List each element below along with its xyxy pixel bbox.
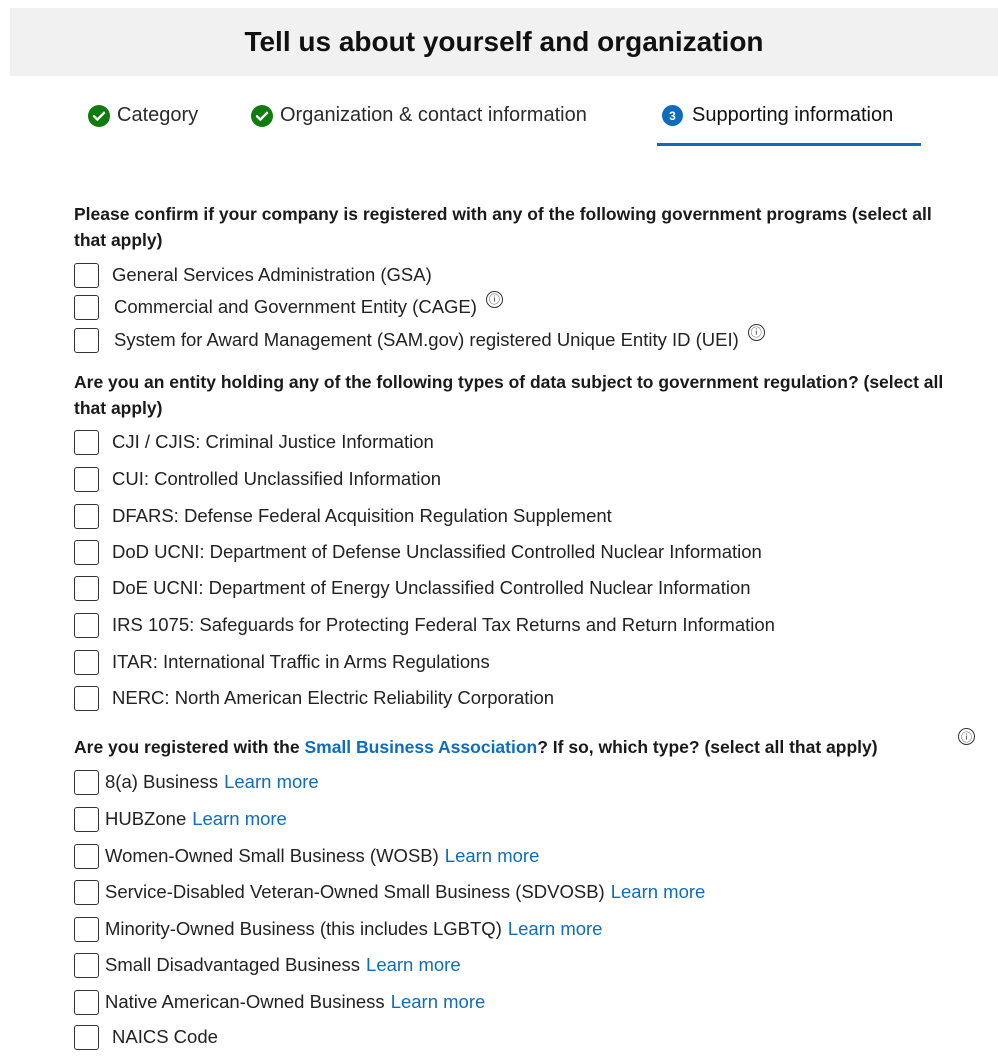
checkbox-row-dfars[interactable]: DFARS: Defense Federal Acquisition Regul… (74, 500, 612, 532)
step-organization-contact[interactable]: Organization & contact information (251, 104, 587, 127)
checkbox-label: ITAR: International Traffic in Arms Regu… (112, 651, 490, 672)
check-circle-icon (88, 104, 110, 127)
sba-question-prefix: Are you registered with the (74, 737, 305, 757)
checkbox-label: DoD UCNI: Department of Defense Unclassi… (112, 541, 762, 562)
checkbox-row-native-american-owned[interactable]: Native American-Owned Business Learn mor… (74, 986, 485, 1018)
learn-more-link[interactable]: Learn more (508, 918, 603, 940)
learn-more-link[interactable]: Learn more (192, 808, 287, 830)
step-number-icon: 3 (662, 105, 683, 126)
checkbox[interactable] (74, 685, 99, 711)
data-types-question: Are you an entity holding any of the fol… (74, 372, 944, 418)
check-circle-icon (251, 104, 273, 127)
learn-more-link[interactable]: Learn more (224, 771, 319, 793)
checkbox-row-irs-1075[interactable]: IRS 1075: Safeguards for Protecting Fede… (74, 609, 775, 641)
checkbox-label: Service-Disabled Veteran-Owned Small Bus… (105, 881, 605, 902)
step-label: Category (117, 104, 199, 126)
checkbox[interactable] (74, 649, 99, 675)
progress-stepper: Category Organization & contact informat… (0, 0, 998, 160)
checkbox-label: NERC: North American Electric Reliabilit… (112, 687, 555, 708)
checkbox-row-sam-uei[interactable]: System for Award Management (SAM.gov) re… (74, 323, 765, 356)
sba-question-suffix: ? If so, which type? (select all that ap… (537, 737, 878, 757)
checkbox-row-cui[interactable]: CUI: Controlled Unclassified Information (74, 463, 441, 495)
info-icon[interactable]: ⓘ (958, 728, 975, 745)
checkbox-row-minority-owned[interactable]: Minority-Owned Business (this includes L… (74, 913, 602, 945)
checkbox-label: HUBZone (105, 808, 187, 829)
checkbox[interactable] (74, 879, 99, 905)
gov-programs-question: Please confirm if your company is regist… (74, 204, 932, 250)
checkbox[interactable] (74, 952, 99, 978)
checkbox[interactable] (74, 503, 99, 529)
checkbox[interactable] (74, 769, 99, 795)
sba-question: Are you registered with the Small Busine… (74, 734, 964, 760)
checkbox-row-small-disadvantaged[interactable]: Small Disadvantaged Business Learn more (74, 949, 461, 981)
checkbox-label: 8(a) Business (105, 771, 219, 792)
checkbox-label: General Services Administration (GSA) (112, 264, 432, 285)
learn-more-link[interactable]: Learn more (366, 954, 461, 976)
sba-link[interactable]: Small Business Association (304, 737, 537, 757)
checkbox-row-cjis[interactable]: CJI / CJIS: Criminal Justice Information (74, 426, 434, 458)
active-step-indicator (657, 143, 921, 146)
checkbox-row-cage[interactable]: Commercial and Government Entity (CAGE) … (74, 290, 503, 323)
checkbox[interactable] (74, 806, 99, 832)
checkbox[interactable] (74, 989, 99, 1015)
checkbox-label: Women-Owned Small Business (WOSB) (105, 845, 439, 866)
checkbox-label: DoE UCNI: Department of Energy Unclassif… (112, 577, 751, 598)
checkbox[interactable] (74, 612, 99, 638)
checkbox-label: CUI: Controlled Unclassified Information (112, 468, 442, 489)
checkbox-label: Commercial and Government Entity (CAGE) (114, 296, 477, 317)
checkbox-row-8a[interactable]: 8(a) Business Learn more (74, 766, 319, 798)
checkbox-label: IRS 1075: Safeguards for Protecting Fede… (112, 614, 775, 635)
checkbox[interactable] (74, 262, 99, 288)
checkbox-label: NAICS Code (112, 1026, 218, 1047)
checkbox[interactable] (74, 1024, 99, 1050)
checkbox[interactable] (74, 843, 99, 869)
checkbox-row-sdvosb[interactable]: Service-Disabled Veteran-Owned Small Bus… (74, 876, 705, 908)
checkbox[interactable] (74, 916, 99, 942)
info-icon[interactable]: ⓘ (485, 290, 503, 308)
step-label: Organization & contact information (280, 104, 587, 126)
learn-more-link[interactable]: Learn more (611, 881, 706, 903)
checkbox-label: System for Award Management (SAM.gov) re… (114, 329, 739, 350)
step-category[interactable]: Category (88, 104, 198, 127)
learn-more-link[interactable]: Learn more (445, 845, 540, 867)
checkbox-label: CJI / CJIS: Criminal Justice Information (112, 431, 434, 452)
step-supporting-information[interactable]: 3 Supporting information (662, 104, 893, 127)
checkbox-label: Native American-Owned Business (105, 991, 385, 1012)
checkbox[interactable] (74, 539, 99, 565)
checkbox-row-hubzone[interactable]: HUBZone Learn more (74, 803, 287, 835)
checkbox-row-gsa[interactable]: General Services Administration (GSA) (74, 259, 432, 291)
checkbox[interactable] (74, 575, 99, 601)
checkbox-row-dod-ucni[interactable]: DoD UCNI: Department of Defense Unclassi… (74, 536, 762, 568)
checkbox-row-doe-ucni[interactable]: DoE UCNI: Department of Energy Unclassif… (74, 572, 751, 604)
checkbox[interactable] (74, 466, 99, 492)
checkbox-row-itar[interactable]: ITAR: International Traffic in Arms Regu… (74, 646, 490, 678)
checkbox[interactable] (74, 429, 99, 455)
checkbox-row-wosb[interactable]: Women-Owned Small Business (WOSB) Learn … (74, 840, 539, 872)
checkbox[interactable] (74, 294, 99, 320)
checkbox-row-naics-code[interactable]: NAICS Code (74, 1021, 218, 1053)
step-label: Supporting information (692, 104, 894, 126)
checkbox-label: Minority-Owned Business (this includes L… (105, 918, 502, 939)
checkbox[interactable] (74, 327, 99, 353)
checkbox-label: Small Disadvantaged Business (105, 954, 361, 975)
learn-more-link[interactable]: Learn more (391, 991, 486, 1013)
info-icon[interactable]: ⓘ (747, 323, 765, 341)
checkbox-row-nerc[interactable]: NERC: North American Electric Reliabilit… (74, 682, 554, 714)
checkbox-label: DFARS: Defense Federal Acquisition Regul… (112, 505, 612, 526)
